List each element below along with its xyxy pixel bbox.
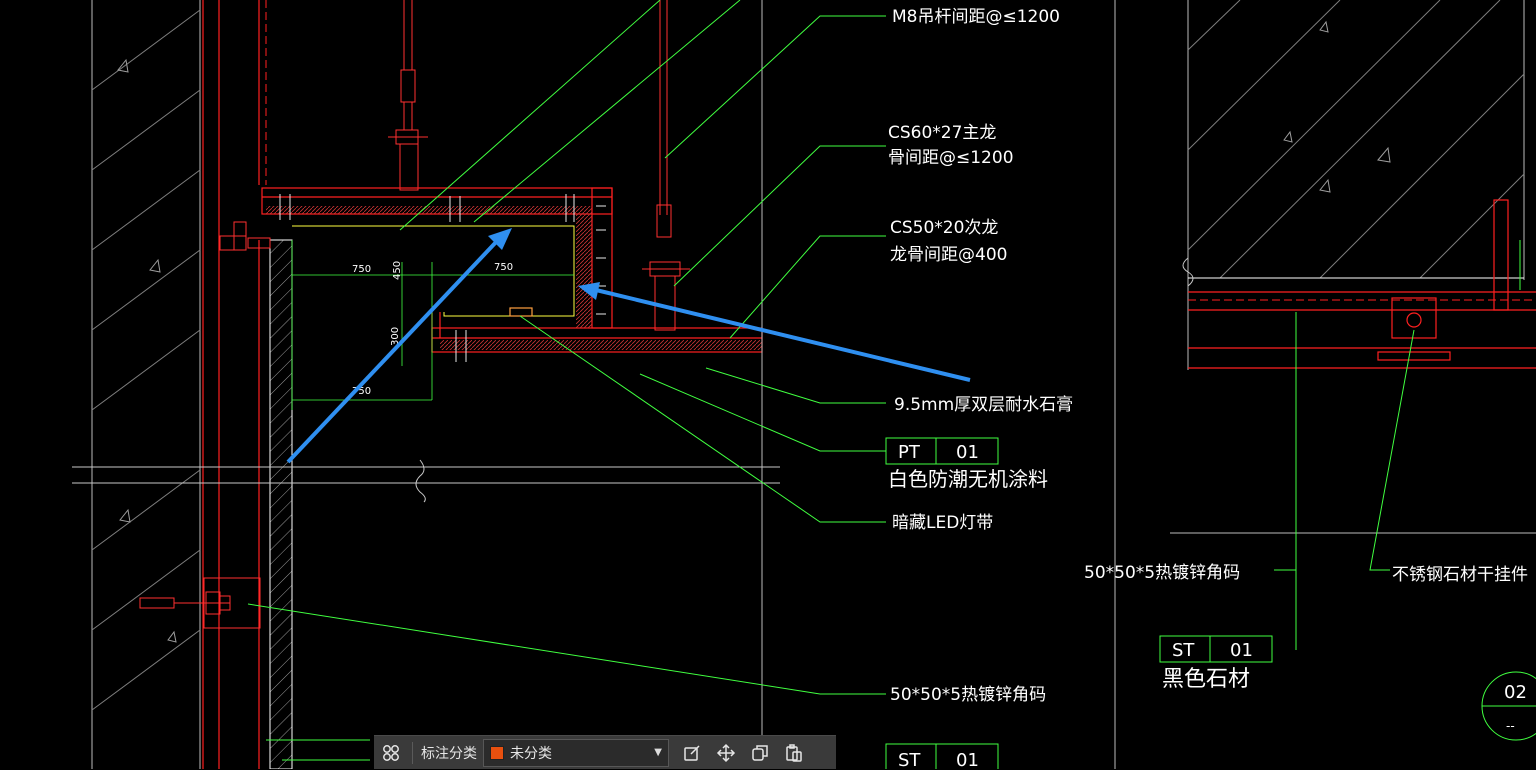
move-icon: [716, 743, 736, 762]
right-detail: 50*50*5热镀锌角码 不锈钢石材干挂件 ST 01 黑色石材 02 --: [1084, 0, 1536, 769]
label-paint-desc: 白色防潮无机涂料: [888, 467, 1048, 491]
toolbar-divider: [412, 741, 413, 764]
annotation-toolbar: 标注分类 未分类 ▼: [374, 735, 836, 769]
label-main-keel-line2: 骨间距@≤1200: [888, 148, 1014, 168]
material-tag-st: ST 01: [1159, 635, 1273, 663]
material-tag-pt: PT 01: [885, 437, 999, 465]
grid-icon: [383, 744, 399, 761]
label-angle-right: 50*50*5热镀锌角码: [1084, 563, 1240, 583]
category-value: 未分类: [510, 745, 552, 762]
dim-750-right: 750: [494, 262, 513, 273]
label-stone-desc: 黑色石材: [1162, 667, 1250, 692]
category-color-swatch: [490, 745, 504, 760]
grid-button[interactable]: [374, 736, 408, 770]
section-marker: 02 --: [1481, 671, 1536, 741]
edit-button[interactable]: [675, 736, 709, 770]
edit-icon: [684, 744, 700, 761]
tag-pt-code: PT: [898, 442, 921, 463]
label-main-keel-line1: CS60*27主龙: [888, 123, 996, 143]
copy-button[interactable]: [743, 736, 777, 770]
section-sub: --: [1506, 719, 1515, 733]
chevron-down-icon: ▼: [654, 747, 662, 758]
label-gypsum-board: 9.5mm厚双层耐水石膏: [894, 394, 1073, 415]
material-tag-st-bottom: ST 01: [885, 743, 999, 769]
tag-st-num: 01: [1230, 640, 1253, 661]
label-led-strip: 暗藏LED灯带: [892, 513, 993, 533]
cad-drawing-canvas[interactable]: 750 750 450 300 750 M8吊杆间距@≤1200 CS60*27…: [0, 0, 1536, 769]
tag-st-bottom-num: 01: [956, 750, 979, 769]
copy-icon: [752, 744, 768, 761]
paste-icon: [786, 743, 802, 762]
paste-button[interactable]: [777, 736, 811, 770]
label-hanger-rod: M8吊杆间距@≤1200: [892, 7, 1060, 27]
label-sub-keel-line1: CS50*20次龙: [890, 218, 998, 238]
label-angle-left: 50*50*5热镀锌角码: [890, 685, 1046, 705]
left-detail: 750 750 450 300 750: [72, 0, 780, 769]
tag-st-code: ST: [1172, 640, 1195, 661]
move-button[interactable]: [709, 736, 743, 770]
dim-750-left: 750: [352, 264, 371, 275]
category-label: 标注分类: [421, 745, 477, 762]
label-sub-keel-line2: 龙骨间距@400: [890, 245, 1007, 265]
tag-st-bottom-code: ST: [898, 750, 921, 769]
category-select[interactable]: 未分类 ▼: [483, 738, 669, 767]
tag-pt-num: 01: [956, 442, 979, 463]
section-number: 02: [1504, 682, 1527, 703]
dim-450: 450: [392, 261, 403, 280]
label-stone-hanger: 不锈钢石材干挂件: [1392, 565, 1528, 585]
